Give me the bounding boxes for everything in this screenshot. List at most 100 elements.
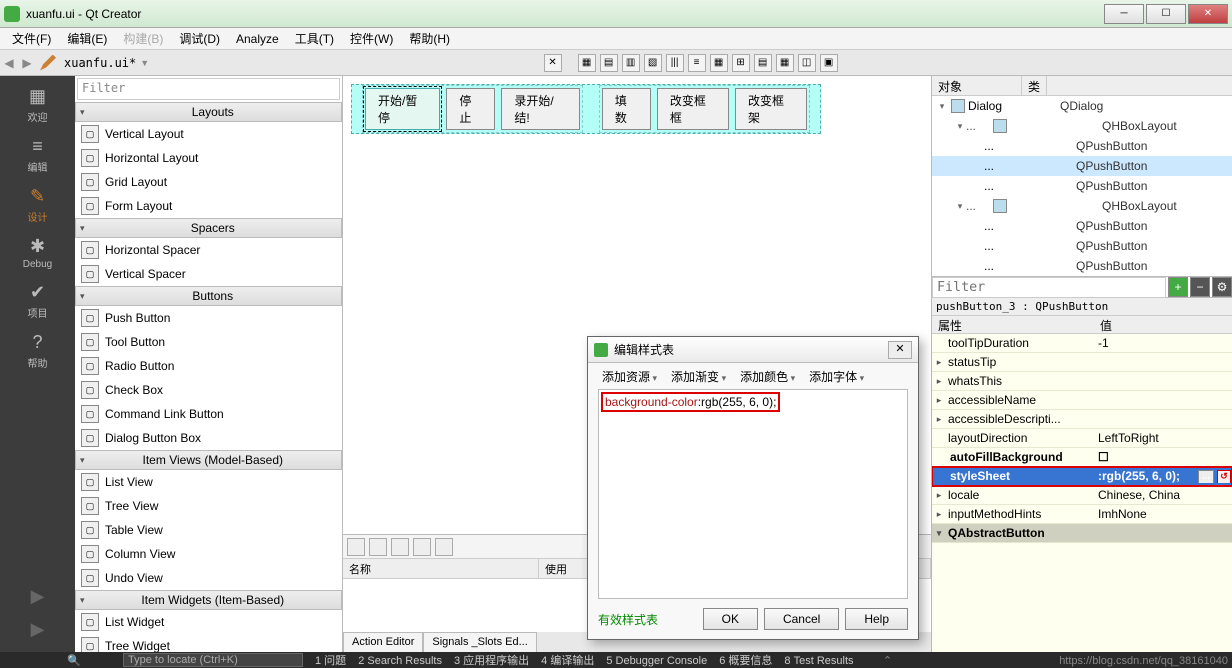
bottom-tab[interactable]: Signals _Slots Ed...	[423, 632, 536, 654]
form-button[interactable]: 改变框架	[735, 88, 807, 130]
adjust-size-icon[interactable]: ◫	[798, 54, 816, 72]
prop-row[interactable]: ▸accessibleDescripti...	[932, 410, 1232, 429]
widget-item[interactable]: ▢Tool Button	[75, 330, 342, 354]
widget-item[interactable]: ▢Form Layout	[75, 194, 342, 218]
menu-analyze[interactable]: Analyze	[228, 30, 287, 48]
dialog-menu[interactable]: 添加颜色	[736, 366, 799, 387]
copy-action-icon[interactable]	[369, 538, 387, 556]
layout-icon-4[interactable]: ▧	[644, 54, 662, 72]
nav-fwd-icon[interactable]: ▶	[18, 56, 36, 70]
prop-group[interactable]: ▾QAbstractButton	[932, 524, 1232, 543]
prop-row[interactable]: ▸whatsThis	[932, 372, 1232, 391]
layout-vlines-icon[interactable]: ≡	[688, 54, 706, 72]
menu-b[interactable]: 构建(B)	[115, 28, 171, 49]
status-item[interactable]: 5 Debugger Console	[606, 655, 707, 667]
widget-item[interactable]: ▢Push Button	[75, 306, 342, 330]
delete-action-icon[interactable]	[413, 538, 431, 556]
run-debug-button[interactable]: ▶	[8, 613, 68, 646]
objtree-row[interactable]: ▾...QHBoxLayout	[932, 116, 1232, 136]
widgetbox-filter[interactable]: Filter	[77, 78, 340, 100]
reset-button[interactable]: ↺	[1217, 470, 1231, 483]
mode-项目[interactable]: ✔项目	[8, 276, 68, 326]
status-item[interactable]: 4 编译输出	[541, 655, 594, 667]
form-button[interactable]: 开始/暂停	[365, 88, 440, 130]
prop-row[interactable]: ▸statusTip	[932, 353, 1232, 372]
widget-item[interactable]: ▢Grid Layout	[75, 170, 342, 194]
action-header[interactable]: 名称	[343, 559, 539, 578]
form-button[interactable]: 录开始/结!	[501, 88, 580, 130]
widget-item[interactable]: ▢Dialog Button Box	[75, 426, 342, 450]
form-button[interactable]: 改变框框	[657, 88, 729, 130]
current-file[interactable]: xuanfu.ui*	[60, 56, 140, 70]
dialog-menu[interactable]: 添加字体	[805, 366, 868, 387]
search-icon[interactable]: 🔍	[6, 654, 81, 667]
widget-category[interactable]: Item Views (Model-Based)	[75, 450, 342, 470]
widget-item[interactable]: ▢Tree Widget	[75, 634, 342, 654]
layout-break-icon[interactable]: ⊞	[732, 54, 750, 72]
objtree-row[interactable]: ...QPushButton	[932, 156, 1232, 176]
widget-item[interactable]: ▢Vertical Layout	[75, 122, 342, 146]
menu-d[interactable]: 调试(D)	[171, 28, 228, 49]
objtree-row[interactable]: ...QPushButton	[932, 236, 1232, 256]
objtree-col-class[interactable]: 类	[1022, 76, 1047, 95]
prop-row[interactable]: ▸localeChinese, China	[932, 486, 1232, 505]
layout-dots-icon[interactable]: ▦	[776, 54, 794, 72]
locator-input[interactable]: Type to locate (Ctrl+K)	[123, 653, 303, 667]
status-item[interactable]: 1 问题	[315, 655, 346, 667]
menu-t[interactable]: 工具(T)	[287, 28, 342, 49]
layout-form-icon[interactable]: ▤	[754, 54, 772, 72]
objtree-col-object[interactable]: 对象	[932, 76, 1022, 95]
menu-e[interactable]: 编辑(E)	[59, 28, 115, 49]
expand-icon[interactable]: ▾	[954, 121, 966, 132]
mode-Debug[interactable]: ✱Debug	[8, 230, 68, 276]
wrench-icon[interactable]	[435, 538, 453, 556]
menu-f[interactable]: 文件(F)	[4, 28, 59, 49]
dialog-help-button[interactable]: Help	[845, 608, 908, 630]
form-preview[interactable]: 开始/暂停停止录开始/结! 填数改变框框改变框架	[351, 84, 821, 134]
hbox-right[interactable]: 填数改变框框改变框架	[599, 85, 810, 133]
close-button[interactable]: ✕	[1188, 4, 1228, 24]
widget-item[interactable]: ▢Vertical Spacer	[75, 262, 342, 286]
widget-item[interactable]: ▢List View	[75, 470, 342, 494]
widget-item[interactable]: ▢Horizontal Spacer	[75, 238, 342, 262]
widget-item[interactable]: ▢List Widget	[75, 610, 342, 634]
propcol-name[interactable]: 属性	[932, 316, 1094, 333]
objtree-row[interactable]: ...QPushButton	[932, 256, 1232, 276]
dialog-menu[interactable]: 添加渐变	[667, 366, 730, 387]
prop-row[interactable]: autoFillBackground☐	[932, 448, 1232, 467]
layout-grid-icon[interactable]: ▦	[710, 54, 728, 72]
widget-item[interactable]: ▢Table View	[75, 518, 342, 542]
widget-category[interactable]: Item Widgets (Item-Based)	[75, 590, 342, 610]
layout-icon-2[interactable]: ▤	[600, 54, 618, 72]
expand-icon[interactable]: ▾	[954, 201, 966, 212]
form-button[interactable]: 填数	[602, 88, 651, 130]
widget-category[interactable]: Spacers	[75, 218, 342, 238]
expand-icon[interactable]: ▾	[936, 101, 948, 112]
widget-category[interactable]: Buttons	[75, 286, 342, 306]
prop-row[interactable]: layoutDirectionLeftToRight	[932, 429, 1232, 448]
dialog-cancel-button[interactable]: Cancel	[764, 608, 839, 630]
status-item[interactable]: 3 应用程序输出	[454, 655, 529, 667]
status-item[interactable]: 8 Test Results	[784, 655, 853, 667]
prop-breadcrumb[interactable]: pushButton_3 : QPushButton	[932, 298, 1232, 316]
dialog-ok-button[interactable]: OK	[703, 608, 758, 630]
widget-item[interactable]: ▢Horizontal Layout	[75, 146, 342, 170]
prop-row[interactable]: ▸accessibleName	[932, 391, 1232, 410]
close-file-icon[interactable]: ✕	[544, 54, 562, 72]
menu-w[interactable]: 控件(W)	[342, 28, 401, 49]
prop-row[interactable]: toolTipDuration-1	[932, 334, 1232, 353]
hbox-left[interactable]: 开始/暂停停止录开始/结!	[362, 85, 583, 133]
layout-icon-3[interactable]: ▥	[622, 54, 640, 72]
mode-编辑[interactable]: ≡编辑	[8, 130, 68, 180]
objtree-row[interactable]: ...QPushButton	[932, 176, 1232, 196]
objtree-row[interactable]: ▾DialogQDialog	[932, 96, 1232, 116]
minimize-button[interactable]: ─	[1104, 4, 1144, 24]
dialog-close-button[interactable]: ✕	[888, 341, 912, 359]
widget-item[interactable]: ▢Radio Button	[75, 354, 342, 378]
status-expand-icon[interactable]: ⌃	[878, 654, 898, 667]
new-action-icon[interactable]	[347, 538, 365, 556]
dialog-menu[interactable]: 添加资源	[598, 366, 661, 387]
bottom-tab[interactable]: Action Editor	[343, 632, 423, 654]
objtree-row[interactable]: ▾...QHBoxLayout	[932, 196, 1232, 216]
propcol-value[interactable]: 值	[1094, 316, 1118, 333]
